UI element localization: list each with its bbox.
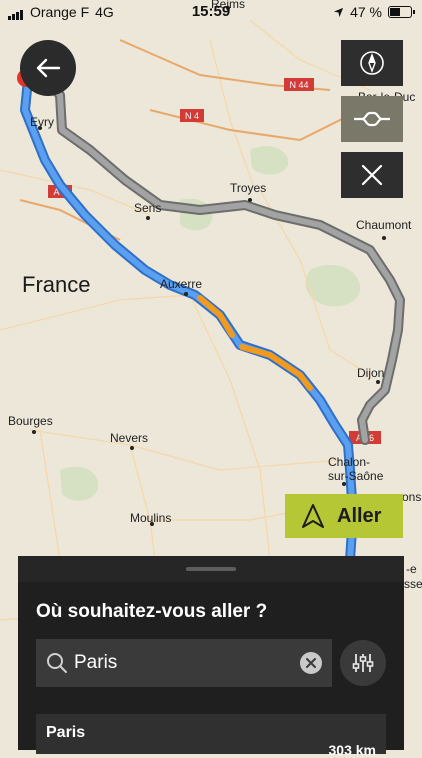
city-label-chaumont: Chaumont <box>356 218 412 232</box>
go-button-label: Aller <box>337 504 382 527</box>
country-label: France <box>22 272 90 297</box>
search-result-item[interactable]: Paris 303 km <box>36 714 386 758</box>
clear-icon <box>306 658 316 668</box>
city-label-dijon: Dijon <box>357 366 384 380</box>
battery-percent: 47 % <box>350 4 382 20</box>
city-label-edge-sse: sse <box>404 577 422 591</box>
city-label-chalon-line1: Chalon- <box>328 455 370 469</box>
city-label-moulins: Moulins <box>130 511 171 525</box>
clear-search-button[interactable] <box>300 652 322 674</box>
filter-settings-button[interactable] <box>340 640 386 686</box>
city-label-chalon-line2: sur-Saône <box>328 469 384 483</box>
road-label-n44: N 44 <box>289 80 308 90</box>
city-label-auxerre: Auxerre <box>160 277 202 291</box>
search-icon <box>47 653 67 673</box>
alternative-routes-button[interactable] <box>341 96 403 142</box>
status-bar: Orange F 4G 15:59 47 % <box>0 0 422 24</box>
route-split-icon <box>354 111 390 127</box>
result-distance: 303 km <box>328 742 376 758</box>
sliders-icon <box>352 654 374 672</box>
road-label-n4: N 4 <box>185 111 199 121</box>
location-arrow-icon <box>333 7 344 17</box>
city-label-edge-e: -e <box>406 562 417 576</box>
compass-icon <box>360 51 384 75</box>
search-box[interactable] <box>36 639 332 687</box>
city-label-nevers: Nevers <box>110 431 148 445</box>
sheet-drag-handle[interactable] <box>186 567 236 571</box>
search-input[interactable] <box>72 651 296 675</box>
arrow-left-icon <box>36 58 61 78</box>
result-name: Paris <box>46 724 86 741</box>
city-label-troyes: Troyes <box>230 181 266 195</box>
go-button[interactable]: Aller <box>285 494 403 538</box>
sheet-handle-area[interactable] <box>18 556 404 582</box>
city-label-bourges: Bourges <box>8 414 53 428</box>
city-label-evry: Evry <box>30 115 54 129</box>
battery-icon <box>388 6 415 18</box>
navigation-arrow-icon <box>302 504 324 528</box>
back-button[interactable] <box>20 40 76 96</box>
close-route-button[interactable] <box>341 152 403 198</box>
city-label-edge-ons: ons <box>402 490 421 504</box>
close-icon <box>361 164 383 186</box>
sheet-title: Où souhaitez-vous aller ? <box>36 601 268 622</box>
destination-sheet: Où souhaitez-vous aller ? Paris 303 km <box>18 556 404 758</box>
compass-button[interactable] <box>341 40 403 86</box>
city-label-sens: Sens <box>134 201 161 215</box>
